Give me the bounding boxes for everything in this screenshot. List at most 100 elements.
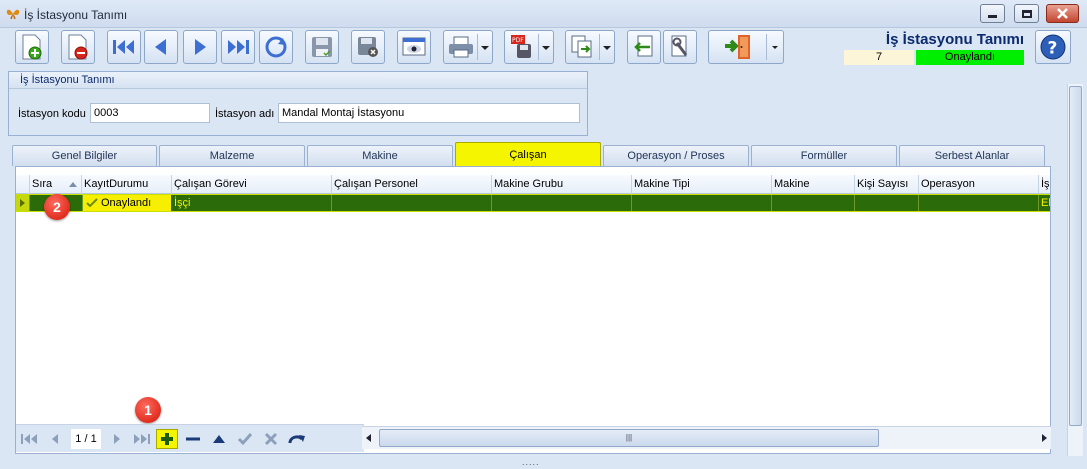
last-record-button[interactable] bbox=[221, 30, 255, 64]
copy-icon bbox=[571, 35, 592, 58]
print-button[interactable] bbox=[443, 30, 493, 64]
status-text: Onaylandı bbox=[101, 197, 152, 209]
employee-grid: Sıra KayıtDurumu Çalışan Görevi Çalışan … bbox=[15, 166, 1051, 454]
nav-refresh-button[interactable] bbox=[286, 429, 308, 449]
station-code-field[interactable]: 0003 bbox=[90, 103, 210, 123]
first-icon bbox=[21, 434, 37, 444]
next-icon bbox=[195, 39, 206, 55]
cell-machine-type[interactable] bbox=[632, 195, 772, 211]
station-code-label: İstasyon kodu bbox=[18, 108, 86, 120]
cell-machine-group[interactable] bbox=[492, 195, 632, 211]
column-header[interactable]: Makine Grubu bbox=[492, 175, 632, 194]
nav-first-button[interactable] bbox=[18, 429, 40, 449]
save-button[interactable] bbox=[305, 30, 339, 64]
nav-delete-button[interactable] bbox=[182, 429, 204, 449]
column-header[interactable]: Kişi Sayısı bbox=[855, 175, 919, 194]
new-record-button[interactable] bbox=[15, 30, 49, 64]
preview-button[interactable] bbox=[397, 30, 431, 64]
resize-grip[interactable]: ..... bbox=[522, 457, 540, 467]
refresh-button[interactable] bbox=[259, 30, 293, 64]
chevron-down-icon bbox=[542, 46, 550, 50]
export-pdf-button[interactable]: PDF bbox=[504, 30, 554, 64]
status-badge: Onaylandı bbox=[916, 50, 1024, 65]
minimize-button[interactable] bbox=[980, 4, 1005, 23]
tab-strip: Genel Bilgiler Malzeme Makine Çalışan Op… bbox=[10, 142, 1050, 166]
cancel-save-button[interactable] bbox=[351, 30, 385, 64]
cell-employee-role[interactable]: İşçi bbox=[172, 195, 332, 211]
refresh-icon bbox=[265, 36, 287, 58]
previous-icon bbox=[155, 39, 166, 55]
header-title: İş İstasyonu Tanımı bbox=[885, 31, 1024, 48]
cell-employee[interactable] bbox=[332, 195, 492, 211]
import-button[interactable] bbox=[627, 30, 661, 64]
column-header[interactable]: Makine bbox=[772, 175, 855, 194]
nav-post-button[interactable] bbox=[234, 429, 256, 449]
column-header[interactable]: KayıtDurumu bbox=[82, 175, 172, 194]
cell-machine[interactable] bbox=[772, 195, 855, 211]
nav-edit-button[interactable] bbox=[208, 429, 230, 449]
cell-status[interactable]: Onaylandı bbox=[83, 195, 171, 211]
nav-cancel-button[interactable] bbox=[260, 429, 282, 449]
tab-general[interactable]: Genel Bilgiler bbox=[12, 145, 157, 166]
column-header[interactable]: Operasyon bbox=[919, 175, 1039, 194]
nav-add-button[interactable] bbox=[156, 429, 178, 449]
cell-is[interactable]: El bbox=[1039, 195, 1050, 211]
scroll-left-icon[interactable] bbox=[366, 434, 372, 442]
column-header[interactable]: Makine Tipi bbox=[632, 175, 772, 194]
new-document-icon bbox=[22, 34, 42, 60]
column-label: Sıra bbox=[32, 178, 53, 190]
exit-door-icon bbox=[725, 35, 750, 59]
column-header[interactable]: Sıra bbox=[30, 175, 82, 194]
cell-operation[interactable] bbox=[919, 195, 1039, 211]
maximize-button[interactable] bbox=[1014, 4, 1039, 23]
pdf-icon: PDF bbox=[511, 35, 531, 58]
horizontal-scrollbar[interactable]: ||| bbox=[362, 426, 1051, 449]
table-row[interactable]: Onaylandı İşçi El bbox=[16, 194, 1050, 212]
nav-last-button[interactable] bbox=[131, 429, 153, 449]
exit-button[interactable] bbox=[708, 30, 784, 64]
chevron-down-icon bbox=[481, 46, 489, 50]
tab-formulas[interactable]: Formüller bbox=[751, 145, 897, 166]
scroll-thumb[interactable] bbox=[1069, 86, 1082, 426]
grid-header: Sıra KayıtDurumu Çalışan Görevi Çalışan … bbox=[16, 175, 1050, 194]
first-record-button[interactable] bbox=[107, 30, 141, 64]
station-name-field[interactable]: Mandal Montaj İstasyonu bbox=[278, 103, 580, 123]
tab-material[interactable]: Malzeme bbox=[159, 145, 305, 166]
row-indicator bbox=[16, 195, 30, 211]
previous-record-button[interactable] bbox=[144, 30, 178, 64]
vertical-scrollbar[interactable] bbox=[1067, 84, 1083, 456]
help-button[interactable]: ? bbox=[1035, 30, 1071, 64]
next-record-button[interactable] bbox=[183, 30, 217, 64]
delete-record-button[interactable] bbox=[61, 30, 95, 64]
last-icon bbox=[134, 434, 150, 444]
separator bbox=[477, 34, 478, 60]
cell-person-count[interactable] bbox=[855, 195, 919, 211]
window-title: İş İstasyonu Tanımı bbox=[24, 8, 128, 22]
callout-badge-1: 1 bbox=[135, 397, 161, 423]
close-icon bbox=[1057, 8, 1068, 19]
close-button[interactable] bbox=[1046, 4, 1079, 23]
tab-machine[interactable]: Makine bbox=[307, 145, 453, 166]
help-icon: ? bbox=[1040, 34, 1066, 60]
tab-employee[interactable]: Çalışan bbox=[455, 142, 601, 166]
sort-ascending-icon bbox=[69, 182, 77, 187]
nav-next-button[interactable] bbox=[106, 429, 128, 449]
nav-previous-button[interactable] bbox=[44, 429, 66, 449]
tab-operation[interactable]: Operasyon / Proses bbox=[603, 145, 749, 166]
check-icon bbox=[86, 198, 98, 208]
butterfly-icon bbox=[6, 9, 20, 20]
column-header[interactable]: İş bbox=[1039, 175, 1050, 194]
scroll-thumb[interactable]: ||| bbox=[379, 429, 879, 447]
next-icon bbox=[114, 434, 120, 444]
column-header[interactable]: Çalışan Personel bbox=[332, 175, 492, 194]
printer-icon bbox=[449, 36, 473, 58]
plus-icon bbox=[161, 433, 173, 445]
copy-button[interactable] bbox=[565, 30, 615, 64]
column-header[interactable]: Çalışan Görevi bbox=[172, 175, 332, 194]
tab-free-fields[interactable]: Serbest Alanlar bbox=[899, 145, 1045, 166]
scroll-right-icon[interactable] bbox=[1041, 434, 1047, 442]
save-icon bbox=[312, 37, 332, 57]
chevron-down-icon bbox=[603, 46, 611, 50]
station-info-group: İş İstasyonu Tanımı İstasyon kodu 0003 İ… bbox=[8, 71, 588, 136]
tools-button[interactable] bbox=[663, 30, 697, 64]
